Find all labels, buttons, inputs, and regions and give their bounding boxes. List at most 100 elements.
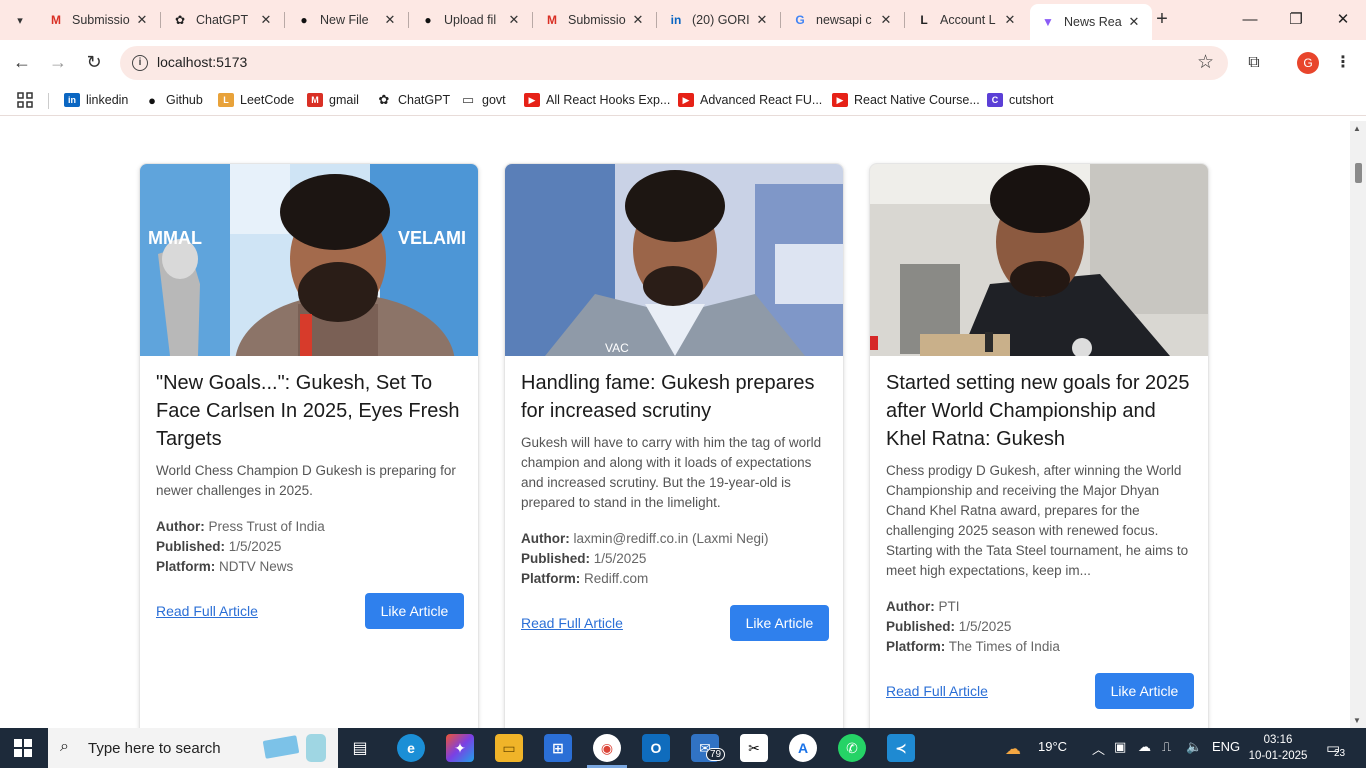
- language-indicator[interactable]: ENG: [1212, 739, 1240, 754]
- bookmark-item[interactable]: Ccutshort: [987, 90, 1053, 110]
- taskbar-search-box[interactable]: ⌕ Type here to search: [48, 728, 338, 768]
- url-text[interactable]: localhost:5173: [157, 54, 247, 70]
- leetcode-icon: L: [920, 13, 928, 27]
- scroll-down-arrow-icon[interactable]: ▼: [1353, 716, 1361, 725]
- site-info-icon[interactable]: i: [132, 55, 148, 71]
- bookmark-item[interactable]: ▶ Advanced React FU...: [678, 90, 822, 110]
- browser-tab[interactable]: ▼ News Rea ✕: [1030, 4, 1152, 40]
- bookmark-item[interactable]: ● Github: [144, 90, 203, 110]
- tab-search-icon[interactable]: ▾: [8, 8, 32, 32]
- volume-icon[interactable]: 🔈: [1186, 739, 1202, 755]
- published-label: Published:: [521, 551, 591, 566]
- browser-tab[interactable]: Gnewsapi c ✕: [782, 4, 904, 36]
- tray-chevron-up-icon[interactable]: ︿: [1092, 739, 1105, 758]
- like-article-button[interactable]: Like Article: [1095, 673, 1194, 709]
- bookmark-star-icon[interactable]: ☆: [1197, 51, 1214, 74]
- close-tab-icon[interactable]: ✕: [258, 12, 274, 28]
- tab-separator: [408, 12, 409, 28]
- bookmark-label: LeetCode: [240, 93, 295, 107]
- article-platform: Platform: The Times of India: [886, 637, 1194, 657]
- close-tab-icon[interactable]: ✕: [506, 12, 522, 28]
- article-description: World Chess Champion D Gukesh is prepari…: [156, 463, 456, 498]
- forward-arrow-icon[interactable]: →: [46, 50, 70, 74]
- close-tab-icon[interactable]: ✕: [630, 12, 646, 28]
- article-card: Started setting new goals for 2025 after…: [869, 163, 1209, 728]
- close-tab-icon[interactable]: ✕: [382, 12, 398, 28]
- bookmark-item[interactable]: in linkedin: [64, 90, 128, 110]
- new-tab-button[interactable]: +: [1150, 8, 1174, 32]
- read-full-article-link[interactable]: Read Full Article: [156, 603, 258, 619]
- microsoft-store-icon[interactable]: ⊞: [544, 734, 572, 762]
- copilot-icon[interactable]: ✦: [446, 734, 474, 762]
- published-value: 1/5/2025: [958, 619, 1012, 634]
- browser-tab[interactable]: L Account L ✕: [906, 4, 1028, 36]
- windows-start-icon[interactable]: [14, 739, 32, 757]
- task-view-icon[interactable]: ▤: [346, 734, 374, 762]
- vscode-icon[interactable]: ≺: [887, 734, 915, 762]
- chrome-icon[interactable]: ◉: [593, 734, 621, 762]
- weather-icon[interactable]: ☁: [1005, 739, 1021, 759]
- weather-temperature[interactable]: 19°C: [1038, 739, 1067, 754]
- page-scrollbar[interactable]: ▲ ▼: [1350, 121, 1366, 728]
- bookmark-item[interactable]: ✿ ChatGPT: [376, 90, 451, 110]
- close-tab-icon[interactable]: ✕: [1126, 14, 1142, 30]
- scroll-up-arrow-icon[interactable]: ▲: [1353, 124, 1361, 133]
- edge-browser-icon[interactable]: e: [397, 734, 425, 762]
- bookmark-item[interactable]: L LeetCode: [218, 90, 294, 110]
- browser-tab[interactable]: ● Upload fil ✕: [410, 4, 532, 36]
- tab-title: (20) GORI: [692, 13, 750, 27]
- restore-button[interactable]: ❐: [1284, 8, 1308, 32]
- bookmark-item[interactable]: ▶ All React Hooks Exp...: [524, 90, 670, 110]
- bookmark-item[interactable]: Mgmail: [307, 90, 359, 110]
- browser-tab[interactable]: ✿ ChatGPT ✕: [162, 4, 284, 36]
- youtube-icon: ▶: [524, 93, 540, 107]
- read-full-article-link[interactable]: Read Full Article: [886, 683, 988, 699]
- reload-icon[interactable]: ↻: [82, 50, 106, 74]
- browser-tab[interactable]: M Submissio ✕: [534, 4, 656, 36]
- taskbar-clock[interactable]: 03:16 10-01-2025: [1246, 732, 1310, 764]
- read-full-article-link[interactable]: Read Full Article: [521, 615, 623, 631]
- apps-grid-icon[interactable]: [17, 90, 33, 110]
- file-explorer-icon[interactable]: ▭: [495, 734, 523, 762]
- bookmark-item[interactable]: ▶ React Native Course...: [832, 90, 980, 110]
- scrollbar-thumb[interactable]: [1355, 163, 1362, 183]
- close-tab-icon[interactable]: ✕: [1002, 12, 1018, 28]
- minimize-button[interactable]: —: [1238, 8, 1262, 32]
- outlook-icon[interactable]: O: [642, 734, 670, 762]
- browser-tab[interactable]: M Submissio ✕: [38, 4, 160, 36]
- address-bar[interactable]: i localhost:5173 ☆: [120, 46, 1228, 80]
- close-tab-icon[interactable]: ✕: [878, 12, 894, 28]
- close-window-button[interactable]: ✕: [1331, 8, 1355, 32]
- svg-text:VAC: VAC: [605, 341, 629, 355]
- close-tab-icon[interactable]: ✕: [134, 12, 150, 28]
- menu-kebab-icon[interactable]: ⋮: [1332, 52, 1354, 74]
- browser-tab[interactable]: in (20) GORI ✕: [658, 4, 780, 36]
- vite-icon: ▼: [1042, 15, 1054, 29]
- author-label: Author:: [886, 599, 935, 614]
- cloud-sync-icon[interactable]: ☁: [1138, 739, 1151, 755]
- gmail-icon: M: [51, 13, 61, 27]
- close-tab-icon[interactable]: ✕: [754, 12, 770, 28]
- network-icon[interactable]: ⎍: [1162, 739, 1171, 755]
- platform-value: Rediff.com: [584, 571, 649, 586]
- bookmark-item[interactable]: ▭ govt: [460, 90, 506, 110]
- back-arrow-icon[interactable]: ←: [10, 50, 34, 74]
- app-launcher-icon[interactable]: A: [789, 734, 817, 762]
- like-article-button[interactable]: Like Article: [365, 593, 464, 629]
- like-article-button[interactable]: Like Article: [730, 605, 829, 641]
- article-author: Author: laxmin@rediff.co.in (Laxmi Negi): [521, 529, 829, 549]
- github-icon: ●: [424, 13, 432, 27]
- extensions-icon[interactable]: ⧉: [1243, 52, 1265, 74]
- folder-icon: ▭: [461, 92, 475, 107]
- article-platform: Platform: NDTV News: [156, 557, 464, 577]
- capcut-icon[interactable]: ✂: [740, 734, 768, 762]
- bookmark-label: ChatGPT: [398, 93, 451, 107]
- windows-taskbar: ⌕ Type here to search ▤ e ✦ ▭ ⊞ ◉ O ✉ 79…: [0, 728, 1366, 768]
- profile-avatar[interactable]: G: [1297, 52, 1319, 74]
- tab-strip: ▾ M Submissio ✕ ✿ ChatGPT ✕ ● New File ✕ ● Upload …: [0, 0, 1366, 40]
- platform-value: The Times of India: [948, 639, 1060, 654]
- whatsapp-icon[interactable]: ✆: [838, 734, 866, 762]
- meet-now-icon[interactable]: ▣: [1114, 739, 1126, 755]
- browser-tab[interactable]: ● New File ✕: [286, 4, 408, 36]
- article-description: Chess prodigy D Gukesh, after winning th…: [886, 463, 1189, 578]
